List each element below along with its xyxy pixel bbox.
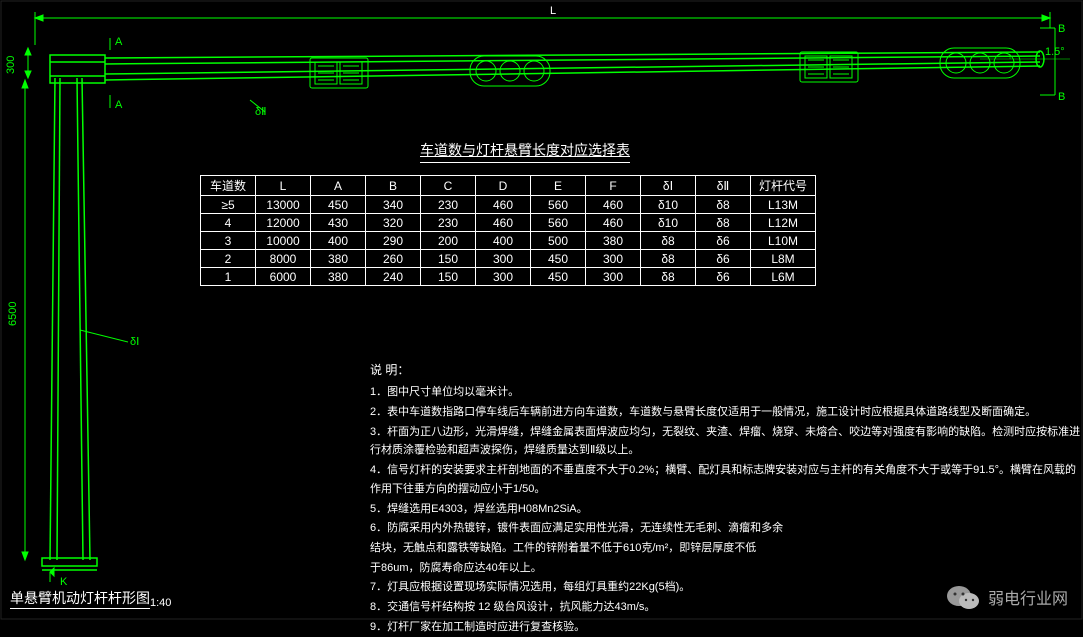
table-header: L [256,176,311,196]
table-cell: 150 [421,268,476,286]
section-B-top: B [1058,23,1065,35]
table-cell: 560 [531,196,586,214]
table-cell: δ10 [641,196,696,214]
table-cell: 380 [311,250,366,268]
section-B-bot: B [1058,91,1065,103]
table-cell: δ8 [696,196,751,214]
table-cell: 12000 [256,214,311,232]
dim-L: L [550,5,556,17]
table-cell: δ6 [696,250,751,268]
table-cell: 450 [531,268,586,286]
table-row: ≥513000450340230460560460δ10δ8L13M [201,196,816,214]
table-cell: 400 [476,232,531,250]
table-cell: L12M [751,214,816,232]
table-row: 310000400290200400500380δ8δ6L10M [201,232,816,250]
table-title: 车道数与灯杆悬臂长度对应选择表 [420,140,630,163]
table-cell: δ6 [696,232,751,250]
table-header: δⅡ [696,176,751,196]
table-cell: L10M [751,232,816,250]
section-A-bot: A [115,99,123,111]
table-cell: 460 [586,196,641,214]
table-cell: 4 [201,214,256,232]
table-cell: 300 [476,268,531,286]
table-cell: ≥5 [201,196,256,214]
wechat-label: 弱电行业网 [988,585,1068,609]
table-cell: 13000 [256,196,311,214]
table-cell: 460 [586,214,641,232]
table-header: C [421,176,476,196]
table-cell: 240 [366,268,421,286]
table-cell: δ8 [641,250,696,268]
table-cell: 290 [366,232,421,250]
table-cell: 150 [421,250,476,268]
dim-angle: 1.5° [1045,46,1065,58]
delta-I: δⅠ [130,336,139,348]
table-cell: 260 [366,250,421,268]
lane-arm-table: 车道数LABCDEFδⅠδⅡ灯杆代号 ≥51300045034023046056… [200,175,816,286]
wechat-icon [946,583,980,611]
table-cell: 450 [531,250,586,268]
table-header: F [586,176,641,196]
table-header: 车道数 [201,176,256,196]
table-cell: 560 [531,214,586,232]
drawing-title: 单悬臂机动灯杆杆形图 [10,588,150,609]
table-header: A [311,176,366,196]
note-item: 结块，无触点和露铁等缺陷。工件的锌附着量不低于610克/m²，即锌层厚度不低 [370,539,1083,558]
table-cell: 1 [201,268,256,286]
table-cell: L8M [751,250,816,268]
note-item: 3．杆面为正八边形，光滑焊缝，焊缝金属表面焊波应均匀，无裂纹、夹渣、焊瘤、烧穿、… [370,423,1083,460]
table-cell: 380 [586,232,641,250]
note-item: 2．表中车道数指路口停车线后车辆前进方向车道数，车道数与悬臂长度仅适用于一般情况… [370,403,1083,422]
table-cell: L13M [751,196,816,214]
table-cell: 450 [311,196,366,214]
drawing-scale: 1:40 [150,597,171,609]
table-cell: 340 [366,196,421,214]
note-item: 4．信号灯杆的安装要求主杆剖地面的不垂直度不大于0.2%；横臂、配灯具和标志牌安… [370,461,1083,498]
note-item: 1．图中尺寸单位均以毫米计。 [370,383,1083,402]
section-A-top: A [115,36,123,48]
dim-6500: 6500 [7,302,19,326]
section-K: K [60,576,68,588]
table-cell: δ10 [641,214,696,232]
note-item: 6．防腐采用内外热镀锌，镀件表面应满足实用性光滑，无连续性无毛刺、滴瘤和多余 [370,519,1083,538]
table-cell: L6M [751,268,816,286]
table-cell: 300 [586,250,641,268]
table-header: D [476,176,531,196]
table-cell: 200 [421,232,476,250]
table-cell: 230 [421,214,476,232]
table-cell: 300 [476,250,531,268]
table-cell: 8000 [256,250,311,268]
table-header: δⅠ [641,176,696,196]
table-cell: 460 [476,214,531,232]
table-cell: δ8 [641,232,696,250]
table-header: B [366,176,421,196]
dim-300: 300 [5,56,17,74]
table-cell: 400 [311,232,366,250]
table-cell: 10000 [256,232,311,250]
table-cell: δ8 [696,214,751,232]
note-item: 9．灯杆厂家在加工制造时应进行复查核验。 [370,618,1083,637]
table-cell: 300 [586,268,641,286]
wechat-watermark: 弱电行业网 [946,583,1068,611]
table-cell: 230 [421,196,476,214]
table-cell: 6000 [256,268,311,286]
table-cell: δ8 [641,268,696,286]
table-cell: 500 [531,232,586,250]
table-header: E [531,176,586,196]
table-cell: 320 [366,214,421,232]
table-header: 灯杆代号 [751,176,816,196]
table-row: 16000380240150300450300δ8δ6L6M [201,268,816,286]
table-row: 28000380260150300450300δ8δ6L8M [201,250,816,268]
table-cell: 430 [311,214,366,232]
note-item: 于86um，防腐寿命应达40年以上。 [370,559,1083,578]
notes-title: 说 明： [370,360,1083,380]
table-cell: 2 [201,250,256,268]
table-cell: 380 [311,268,366,286]
table-row: 412000430320230460560460δ10δ8L12M [201,214,816,232]
table-cell: 3 [201,232,256,250]
note-item: 5．焊缝选用E4303，焊丝选用H08Mn2SiA。 [370,500,1083,519]
table-cell: δ6 [696,268,751,286]
table-cell: 460 [476,196,531,214]
